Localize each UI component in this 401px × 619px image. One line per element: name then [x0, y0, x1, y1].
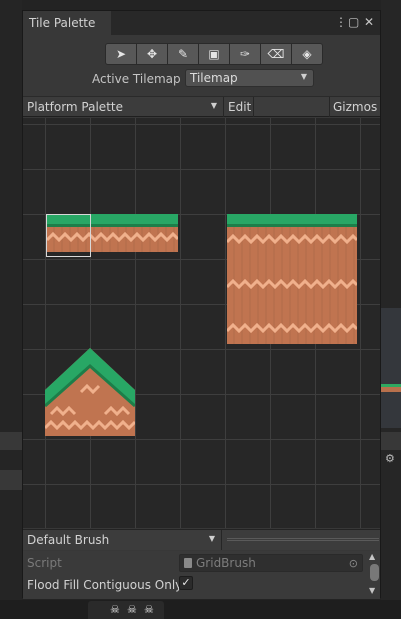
script-file-icon [184, 558, 192, 568]
background-scene-left [0, 0, 22, 619]
active-tilemap-value: Tilemap [190, 71, 238, 85]
close-icon[interactable]: ✕ [364, 15, 374, 29]
background-panel-bar-2 [0, 470, 22, 490]
flood-fill-label: Flood Fill Contiguous Only [27, 578, 183, 592]
palette-bar: Platform Palette ▼ Edit Gizmos [23, 96, 380, 117]
move-tool-button[interactable]: ✥ [136, 43, 168, 65]
grid-line [23, 439, 380, 440]
grid-line [23, 124, 380, 125]
wave-pattern [225, 233, 359, 334]
chevron-down-icon: ▼ [300, 72, 307, 81]
brush-name: Default Brush [27, 533, 110, 547]
divider [223, 97, 224, 117]
background-scene-view [381, 308, 401, 428]
paint-tool-button[interactable]: ✎ [167, 43, 199, 65]
chevron-down-icon: ▼ [210, 101, 217, 110]
grid-line [23, 484, 380, 485]
grid-line [45, 118, 46, 528]
grid-line [360, 118, 361, 528]
skull-icon: ☠ [127, 603, 137, 616]
chevron-down-icon: ▼ [208, 534, 215, 543]
object-picker-icon[interactable]: ⊙ [349, 557, 358, 570]
box-fill-tool-button[interactable]: ▣ [198, 43, 230, 65]
divider [221, 530, 222, 550]
select-tool-button[interactable]: ➤ [105, 43, 137, 65]
eraser-icon: ⌫ [267, 47, 285, 61]
script-label: Script [27, 556, 62, 570]
skull-icon: ☠ [110, 603, 120, 616]
box-fill-icon: ▣ [208, 47, 220, 61]
picker-tool-button[interactable]: ✑ [229, 43, 261, 65]
script-value: GridBrush [196, 556, 256, 570]
grid-line [135, 118, 136, 528]
panel-splitter[interactable] [227, 538, 379, 541]
palette-dropdown[interactable]: Platform Palette ▼ [23, 97, 223, 117]
checkmark-icon: ✓ [181, 576, 191, 589]
title-bar: Tile Palette ⋮ ▢ ✕ [23, 11, 380, 35]
background-bottom-strip [0, 600, 401, 619]
background-panel-bar [0, 432, 22, 450]
platform-tile-slope[interactable] [43, 348, 137, 436]
grass-top [227, 214, 357, 227]
tool-toolbar: ➤ ✥ ✎ ▣ ✑ ⌫ ◈ [105, 43, 323, 65]
palette-name: Platform Palette [27, 100, 123, 114]
scroll-up-icon[interactable]: ▲ [369, 552, 375, 561]
skull-icon: ☠ [144, 603, 154, 616]
slope-shape [43, 348, 137, 436]
active-tilemap-dropdown[interactable]: Tilemap ▼ [185, 69, 314, 87]
scrollbar-thumb[interactable] [370, 564, 379, 581]
palette-grid[interactable] [23, 118, 380, 528]
grid-line [180, 118, 181, 528]
grid-line [90, 118, 91, 528]
move-icon: ✥ [146, 47, 158, 61]
selection-marquee [46, 214, 91, 257]
eraser-tool-button[interactable]: ⌫ [260, 43, 292, 65]
divider [329, 97, 330, 117]
edit-button[interactable]: Edit [228, 100, 251, 114]
brush-icon: ✎ [177, 47, 189, 61]
background-panel-bar-right [381, 432, 401, 450]
background-scene-tile [381, 384, 401, 392]
grid-line [225, 118, 226, 528]
arrow-cursor-icon: ➤ [115, 47, 127, 61]
brush-inspector: Script GridBrush ⊙ Flood Fill Contiguous… [23, 551, 380, 599]
scroll-down-icon[interactable]: ▼ [369, 586, 375, 595]
bucket-fill-icon: ◈ [302, 47, 312, 61]
gizmos-button[interactable]: Gizmos [333, 100, 377, 114]
grid-line [23, 169, 380, 170]
fill-tool-button[interactable]: ◈ [291, 43, 323, 65]
brush-dropdown[interactable]: Default Brush ▼ [23, 530, 221, 550]
background-settings-icon: ⚙ [385, 452, 395, 465]
maximize-icon[interactable]: ▢ [348, 15, 359, 29]
tile-palette-tab[interactable]: Tile Palette [23, 11, 111, 35]
platform-tile-tall[interactable] [225, 214, 359, 344]
divider [253, 97, 254, 117]
dirt-block [225, 227, 359, 344]
flood-fill-checkbox[interactable]: ✓ [179, 576, 193, 590]
eyedropper-icon: ✑ [239, 47, 251, 61]
brush-bar: Default Brush ▼ [23, 529, 380, 550]
active-tilemap-label: Active Tilemap [92, 72, 181, 86]
more-vert-icon[interactable]: ⋮ [335, 15, 347, 29]
tile-palette-window: Tile Palette ⋮ ▢ ✕ ➤ ✥ ✎ ▣ ✑ ⌫ ◈ Active … [22, 10, 381, 599]
script-field: GridBrush ⊙ [179, 554, 363, 572]
